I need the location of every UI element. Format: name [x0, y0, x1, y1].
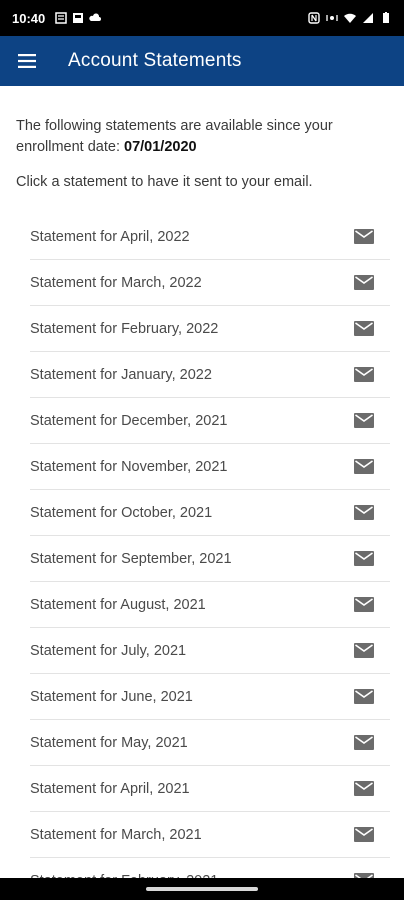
vibrate-icon: [326, 15, 338, 21]
instruction-text: Click a statement to have it sent to you…: [16, 174, 313, 190]
statement-row[interactable]: Statement for October, 2021: [30, 490, 390, 536]
email-icon[interactable]: [354, 689, 374, 704]
email-icon[interactable]: [354, 735, 374, 750]
email-icon[interactable]: [354, 413, 374, 428]
menu-button[interactable]: [0, 36, 54, 86]
statement-row[interactable]: Statement for April, 2021: [30, 766, 390, 812]
email-icon[interactable]: [354, 321, 374, 336]
home-gesture-handle[interactable]: [146, 887, 258, 891]
enrollment-date: 07/01/2020: [124, 139, 197, 155]
email-icon[interactable]: [354, 459, 374, 474]
app-bar: Account Statements: [0, 36, 404, 86]
statement-list: Statement for April, 2022 Statement for M…: [30, 214, 390, 878]
statement-row[interactable]: Statement for January, 2022: [30, 352, 390, 398]
statement-label: Statement for January, 2022: [30, 366, 212, 383]
email-icon[interactable]: [354, 643, 374, 658]
statement-row[interactable]: Statement for March, 2022: [30, 260, 390, 306]
statement-label: Statement for July, 2021: [30, 642, 187, 659]
email-icon[interactable]: [354, 781, 374, 796]
email-icon[interactable]: [354, 551, 374, 566]
statement-row[interactable]: Statement for April, 2022: [30, 214, 390, 260]
statement-row[interactable]: Statement for March, 2021: [30, 812, 390, 858]
email-icon[interactable]: [354, 505, 374, 520]
email-icon[interactable]: [354, 229, 374, 244]
status-time: 10:40: [12, 10, 46, 26]
statement-label: Statement for February, 2022: [30, 320, 219, 337]
system-navigation-bar: [0, 878, 404, 900]
wifi-icon: [344, 13, 356, 23]
statement-row[interactable]: Statement for November, 2021: [30, 444, 390, 490]
signal-icon: [363, 13, 373, 23]
statement-label: Statement for December, 2021: [30, 412, 228, 429]
statement-row[interactable]: Statement for August, 2021: [30, 582, 390, 628]
statement-label: Statement for March, 2021: [30, 826, 202, 843]
statement-label: Statement for August, 2021: [30, 596, 206, 613]
nfc-icon: [308, 12, 320, 24]
main-content: The following statements are available s…: [0, 86, 404, 878]
statement-row[interactable]: Statement for December, 2021: [30, 398, 390, 444]
statement-label: Statement for November, 2021: [30, 458, 228, 475]
status-left-icons: [55, 12, 102, 24]
statement-label: Statement for May, 2021: [30, 734, 188, 751]
statement-row[interactable]: Statement for September, 2021: [30, 536, 390, 582]
cloud-icon: [89, 13, 102, 21]
statement-label: Statement for April, 2021: [30, 780, 190, 797]
statement-row[interactable]: Statement for July, 2021: [30, 628, 390, 674]
sim-icon: [55, 12, 67, 24]
hamburger-menu-icon: [18, 54, 36, 68]
image-icon: [73, 13, 84, 23]
email-icon[interactable]: [354, 597, 374, 612]
intro-text: The following statements are available s…: [0, 86, 404, 158]
statement-label: Statement for April, 2022: [30, 228, 190, 245]
statement-row[interactable]: Statement for June, 2021: [30, 674, 390, 720]
status-right-icons: [308, 12, 392, 24]
status-bar: 10:40: [0, 0, 404, 36]
page-title: Account Statements: [68, 50, 242, 71]
email-icon[interactable]: [354, 827, 374, 842]
statement-row[interactable]: Statement for February, 2022: [30, 306, 390, 352]
statement-label: Statement for March, 2022: [30, 274, 202, 291]
email-icon[interactable]: [354, 275, 374, 290]
statement-row[interactable]: Statement for February, 2021: [30, 858, 390, 878]
email-icon[interactable]: [354, 367, 374, 382]
battery-icon: [383, 12, 389, 23]
statement-label: Statement for September, 2021: [30, 550, 232, 567]
statement-label: Statement for October, 2021: [30, 504, 213, 521]
statement-row[interactable]: Statement for May, 2021: [30, 720, 390, 766]
statement-label: Statement for June, 2021: [30, 688, 193, 705]
